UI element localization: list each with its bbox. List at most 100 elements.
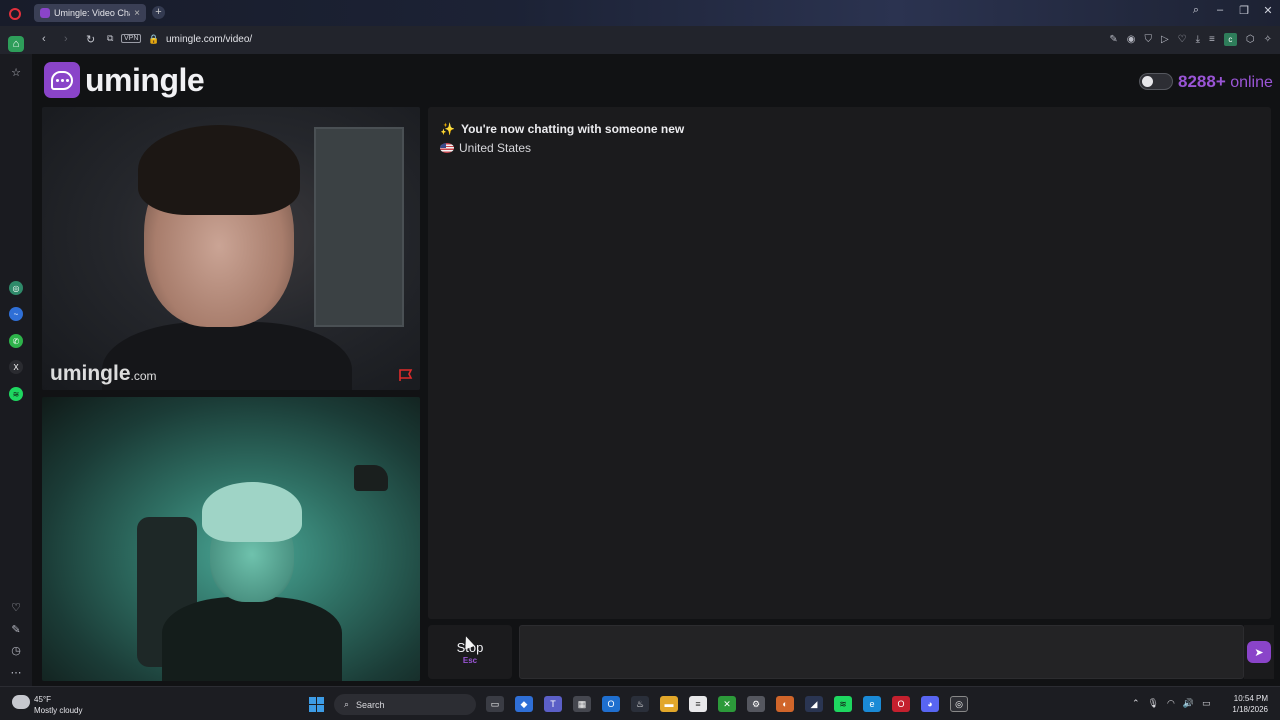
close-tab-icon[interactable]: × xyxy=(134,8,140,19)
report-flag-icon[interactable] xyxy=(398,368,414,382)
video-person-hair xyxy=(202,482,302,542)
blender-icon[interactable]: ◐ xyxy=(776,696,794,712)
video-lamp xyxy=(354,465,388,491)
chat-country: United States xyxy=(440,141,531,155)
heart-icon[interactable]: ♡ xyxy=(8,599,24,615)
tab-snapshot-icon[interactable]: ⧉ xyxy=(107,33,113,44)
back-icon[interactable]: ‹ xyxy=(42,33,46,45)
aria-icon[interactable]: ✧ xyxy=(1264,34,1272,45)
teams-icon[interactable]: T xyxy=(544,696,562,712)
edit-icon[interactable]: ✎ xyxy=(8,621,24,637)
cloud-icon[interactable] xyxy=(12,695,30,709)
search-icon: ⌕ xyxy=(344,699,350,709)
heart-icon[interactable]: ♡ xyxy=(1178,34,1187,45)
edit-icon[interactable]: ✎ xyxy=(1109,34,1117,45)
start-icon[interactable] xyxy=(309,697,324,712)
clock-date: 1/18/2026 xyxy=(1232,705,1268,714)
opera-icon[interactable]: O xyxy=(892,696,910,712)
search-label: Search xyxy=(356,699,385,710)
toggle-knob xyxy=(1142,76,1153,87)
clock[interactable]: 10:54 PM 1/18/2026 xyxy=(1222,693,1268,715)
chat-status-text: You're now chatting with someone new xyxy=(460,122,685,136)
discord-icon[interactable]: ◕ xyxy=(921,696,939,712)
messenger-icon[interactable]: ~ xyxy=(9,307,23,321)
watermark-suffix: .com xyxy=(130,369,157,383)
new-tab-button[interactable]: + xyxy=(152,6,165,19)
close-icon[interactable]: ✕ xyxy=(1262,4,1274,17)
steam-icon[interactable]: ♨ xyxy=(631,696,649,712)
chat-log: ✨ You're now chatting with someone new U… xyxy=(428,107,1271,619)
wifi-icon[interactable]: ◠ xyxy=(1167,698,1175,709)
outlook-icon[interactable]: O xyxy=(602,696,620,712)
forward-icon[interactable]: › xyxy=(64,33,68,45)
volume-icon[interactable]: 🔊 xyxy=(1183,698,1194,709)
us-flag-icon xyxy=(440,143,454,153)
x-icon[interactable]: X xyxy=(9,360,23,374)
message-input[interactable] xyxy=(519,625,1244,679)
minimize-icon[interactable]: – xyxy=(1214,4,1226,17)
spotify-icon[interactable]: ≋ xyxy=(834,696,852,712)
search-tabs-icon[interactable]: ⌕ xyxy=(1190,4,1202,17)
shield-icon[interactable]: ⛉ xyxy=(1144,34,1152,45)
copilot-icon[interactable]: ◆ xyxy=(515,696,533,712)
spotify-icon[interactable]: ≋ xyxy=(9,387,23,401)
maximize-icon[interactable]: ❐ xyxy=(1238,4,1250,17)
sparkles-icon: ✨ xyxy=(440,122,455,136)
reload-icon[interactable]: ↻ xyxy=(86,33,95,46)
play-icon[interactable]: ▷ xyxy=(1161,34,1169,45)
extension-icon[interactable]: c xyxy=(1223,33,1237,46)
star-icon[interactable]: ☆ xyxy=(8,64,24,80)
vpn-badge[interactable]: VPN xyxy=(121,34,142,43)
video-person-body xyxy=(162,597,342,681)
video-watermark: umingle.com xyxy=(50,362,157,386)
clock-time: 10:54 PM xyxy=(1233,694,1268,703)
chevron-up-icon[interactable]: ⌃ xyxy=(1132,698,1140,709)
stranger-video: umingle.com xyxy=(42,107,420,390)
tab-umingle[interactable]: Umingle: Video Chat × xyxy=(34,4,146,22)
home-icon[interactable]: ⌂ xyxy=(8,36,24,52)
whatsapp-icon[interactable]: ✆ xyxy=(9,334,23,348)
umingle-page: umingle 8288+ online umingle.com ✨ You'r… xyxy=(32,54,1280,686)
history-icon[interactable]: ◷ xyxy=(8,642,24,658)
microphone-icon[interactable]: 🎙 xyxy=(1148,698,1159,709)
opera-menu-icon[interactable] xyxy=(9,8,21,20)
browser-titlebar: Umingle: Video Chat × + ⌕ – ❐ ✕ xyxy=(0,0,1280,26)
browser-sidebar: ⌂ ☆ ◎ ~ ✆ X ≋ ♡ ✎ ◷ ⋯ xyxy=(0,36,32,686)
stop-button[interactable]: Stop Esc xyxy=(428,625,512,679)
logo-icon[interactable] xyxy=(44,62,80,98)
download-icon[interactable]: ⤓ xyxy=(1196,34,1200,45)
taskbar: 45°F Mostly cloudy ⌕ Search ▭ ◆ T ▦ O ♨ … xyxy=(0,686,1280,720)
taskbar-apps: ▭ ◆ T ▦ O ♨ ▬ ≡ ✕ ⚙ ◐ ◢ ≋ e O ◕ ◎ xyxy=(486,696,968,712)
watermark-main: umingle xyxy=(50,362,131,385)
store-icon[interactable]: ▦ xyxy=(573,696,591,712)
theme-toggle[interactable] xyxy=(1139,73,1173,90)
edge-icon[interactable]: e xyxy=(863,696,881,712)
taskbar-search[interactable]: ⌕ Search xyxy=(334,694,476,715)
send-icon: ➤ xyxy=(1247,641,1271,663)
battery-icon[interactable]: ▭ xyxy=(1202,698,1211,709)
folder-icon[interactable]: ▬ xyxy=(660,696,678,712)
online-label: online xyxy=(1230,74,1273,91)
weather-description[interactable]: Mostly cloudy xyxy=(34,706,82,715)
steam-vr-icon[interactable]: ◢ xyxy=(805,696,823,712)
task-view-icon[interactable]: ▭ xyxy=(486,696,504,712)
send-button[interactable]: ➤ xyxy=(1244,625,1274,679)
logo-text[interactable]: umingle xyxy=(85,62,205,99)
chatgpt-icon[interactable]: ◎ xyxy=(9,281,23,295)
camera-icon[interactable]: ◉ xyxy=(1127,34,1136,45)
address-bar-row: ‹ › ↻ ⧉ VPN 🔒 umingle.com/video/ ✎ ◉ ⛉ ▷… xyxy=(0,26,1280,54)
umingle-favicon-icon xyxy=(40,8,50,18)
lock-icon[interactable]: 🔒 xyxy=(148,34,159,45)
online-counter: 8288+ online xyxy=(1178,72,1273,92)
settings-icon[interactable]: ⚙ xyxy=(747,696,765,712)
system-tray: ⌃ 🎙 ◠ 🔊 ▭ xyxy=(1132,698,1211,709)
weather-temperature[interactable]: 45°F xyxy=(34,695,51,704)
url-field[interactable]: umingle.com/video/ xyxy=(166,34,252,45)
notepad-icon[interactable]: ≡ xyxy=(689,696,707,712)
self-video xyxy=(42,397,420,681)
xbox-icon[interactable]: ✕ xyxy=(718,696,736,712)
cube-icon[interactable]: ⬡ xyxy=(1246,34,1255,45)
more-icon[interactable]: ⋯ xyxy=(8,664,24,680)
chatgpt-icon[interactable]: ◎ xyxy=(950,696,968,712)
menu-icon[interactable]: ≡ xyxy=(1209,34,1215,45)
